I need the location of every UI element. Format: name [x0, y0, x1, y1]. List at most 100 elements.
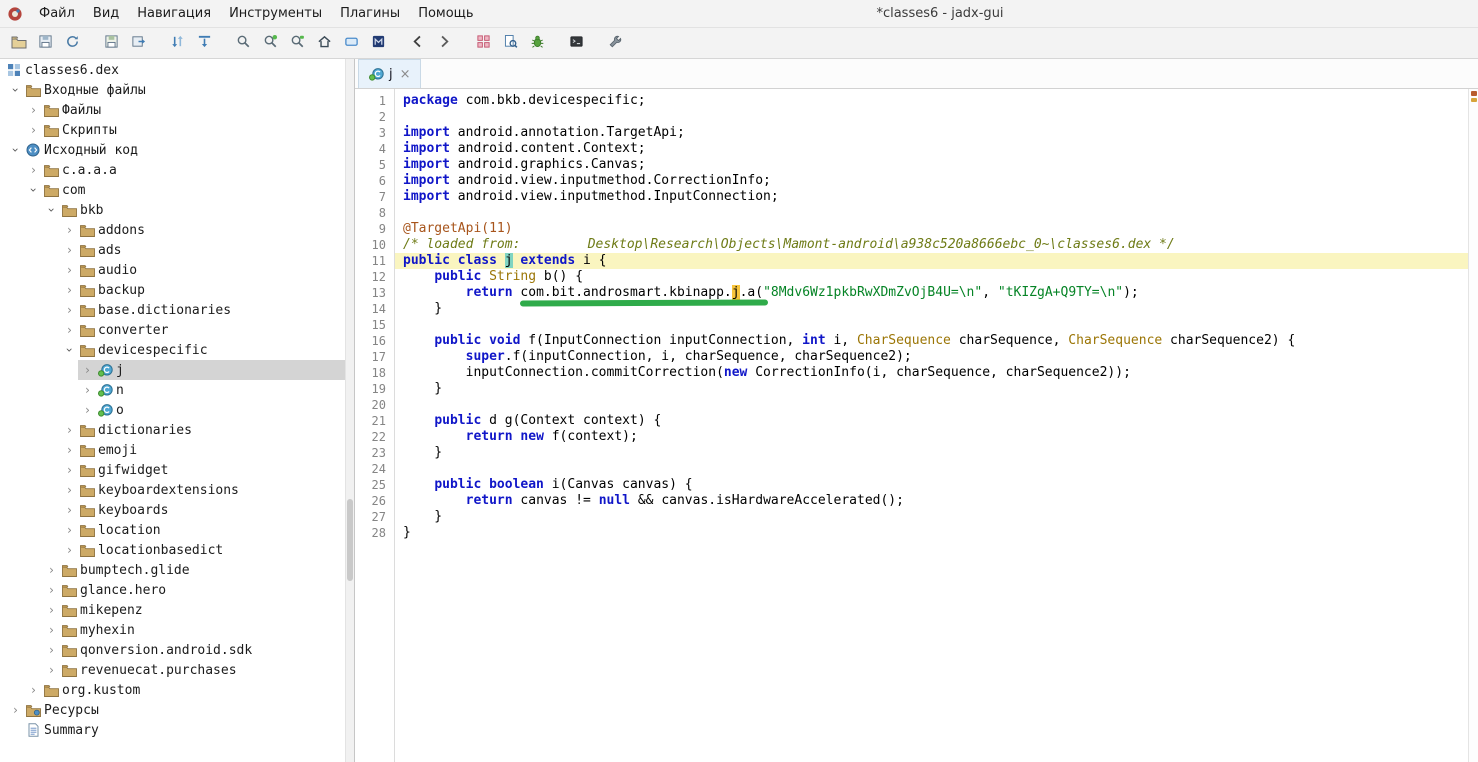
tree-expand-arrow-icon[interactable]: ›: [42, 604, 61, 616]
export-button[interactable]: [125, 31, 152, 56]
tree-expand-arrow-icon[interactable]: ›: [24, 124, 43, 136]
code-line[interactable]: public boolean i(Canvas canvas) {: [395, 477, 1468, 493]
menu-item[interactable]: Вид: [84, 2, 128, 25]
tree-item[interactable]: ›j: [0, 360, 345, 380]
code-line[interactable]: @TargetApi(11): [395, 221, 1468, 237]
tree-expand-arrow-icon[interactable]: ›: [24, 684, 43, 696]
tree-expand-arrow-icon[interactable]: ›: [42, 624, 61, 636]
tab-close-icon[interactable]: ×: [400, 67, 411, 82]
tab-class-j[interactable]: j ×: [358, 59, 421, 88]
tree-expand-arrow-icon[interactable]: ›: [42, 664, 61, 676]
save-project-button[interactable]: [98, 31, 125, 56]
tree-expand-arrow-icon[interactable]: ›: [78, 384, 97, 396]
tree-expand-arrow-icon[interactable]: ›: [6, 704, 25, 716]
tree-expand-arrow-icon[interactable]: ›: [42, 584, 61, 596]
code-line[interactable]: [395, 205, 1468, 221]
class-search-button[interactable]: [257, 31, 284, 56]
comment-search-button[interactable]: [284, 31, 311, 56]
tree-item[interactable]: ›ads: [0, 240, 345, 260]
tree-item[interactable]: ›Входные файлы: [0, 80, 345, 100]
back-button[interactable]: [404, 31, 431, 56]
sync-with-editor-button[interactable]: [164, 31, 191, 56]
code-line[interactable]: public String b() {: [395, 269, 1468, 285]
flat-packages-button[interactable]: [338, 31, 365, 56]
tree-item[interactable]: ›devicespecific: [0, 340, 345, 360]
tree-item[interactable]: ›bkb: [0, 200, 345, 220]
code-line[interactable]: public void f(InputConnection inputConne…: [395, 333, 1468, 349]
code-line[interactable]: [395, 461, 1468, 477]
tree-item[interactable]: ›keyboardextensions: [0, 480, 345, 500]
jump-to-declaration-button[interactable]: [191, 31, 218, 56]
code-line[interactable]: super.f(inputConnection, i, charSequence…: [395, 349, 1468, 365]
code-line[interactable]: inputConnection.commitCorrection(new Cor…: [395, 365, 1468, 381]
tree-item[interactable]: ›o: [0, 400, 345, 420]
menu-item[interactable]: Плагины: [331, 2, 409, 25]
save-all-button[interactable]: [32, 31, 59, 56]
code-line[interactable]: public class j extends i {: [395, 253, 1468, 269]
stripe-mark[interactable]: [1471, 98, 1477, 102]
stripe-mark[interactable]: [1471, 91, 1477, 96]
tree-collapse-arrow-icon[interactable]: ›: [10, 81, 22, 100]
tree-item[interactable]: ›Файлы: [0, 100, 345, 120]
tree-expand-arrow-icon[interactable]: ›: [24, 104, 43, 116]
tree-expand-arrow-icon[interactable]: ›: [42, 564, 61, 576]
tree-item[interactable]: classes6.dex: [0, 60, 345, 80]
tree-item[interactable]: ›bumptech.glide: [0, 560, 345, 580]
tree-expand-arrow-icon[interactable]: ›: [60, 504, 79, 516]
forward-button[interactable]: [431, 31, 458, 56]
code-line[interactable]: import android.content.Context;: [395, 141, 1468, 157]
tree-item[interactable]: ›org.kustom: [0, 680, 345, 700]
preferences-button[interactable]: [602, 31, 629, 56]
tree-collapse-arrow-icon[interactable]: ›: [64, 341, 76, 360]
code-line[interactable]: }: [395, 525, 1468, 541]
home-button[interactable]: [311, 31, 338, 56]
code-line[interactable]: [395, 397, 1468, 413]
code-line[interactable]: }: [395, 445, 1468, 461]
tree-item[interactable]: ›qonversion.android.sdk: [0, 640, 345, 660]
mson-viewer-button[interactable]: [365, 31, 392, 56]
deobfuscation-button[interactable]: [470, 31, 497, 56]
tree-expand-arrow-icon[interactable]: ›: [60, 264, 79, 276]
tree-item[interactable]: ›n: [0, 380, 345, 400]
menu-item[interactable]: Навигация: [128, 2, 220, 25]
reload-button[interactable]: [59, 31, 86, 56]
menu-item[interactable]: Инструменты: [220, 2, 331, 25]
tree-expand-arrow-icon[interactable]: ›: [60, 464, 79, 476]
tree-item[interactable]: ›mikepenz: [0, 600, 345, 620]
tree-item[interactable]: ›glance.hero: [0, 580, 345, 600]
tree-item[interactable]: ›locationbasedict: [0, 540, 345, 560]
open-file-button[interactable]: [5, 31, 32, 56]
code-line[interactable]: return new f(context);: [395, 429, 1468, 445]
code-line[interactable]: return com.bit.androsmart.kbinapp.j.a("8…: [395, 285, 1468, 301]
tree-collapse-arrow-icon[interactable]: ›: [28, 181, 40, 200]
tree-expand-arrow-icon[interactable]: ›: [78, 364, 97, 376]
tree-item[interactable]: ›revenuecat.purchases: [0, 660, 345, 680]
tree-item[interactable]: ›keyboards: [0, 500, 345, 520]
tree-item[interactable]: ›com: [0, 180, 345, 200]
code-line[interactable]: import android.view.inputmethod.InputCon…: [395, 189, 1468, 205]
quark-analysis-button[interactable]: [497, 31, 524, 56]
tree-item[interactable]: ›base.dictionaries: [0, 300, 345, 320]
tree-item[interactable]: ›converter: [0, 320, 345, 340]
code-line[interactable]: import android.annotation.TargetApi;: [395, 125, 1468, 141]
code-line[interactable]: /* loaded from: Desktop\Research\Objects…: [395, 237, 1468, 253]
code-line[interactable]: [395, 109, 1468, 125]
code-line[interactable]: import android.view.inputmethod.Correcti…: [395, 173, 1468, 189]
tree-expand-arrow-icon[interactable]: ›: [60, 304, 79, 316]
tree-scrollbar-thumb[interactable]: [347, 499, 353, 581]
tree-item[interactable]: ›audio: [0, 260, 345, 280]
debugger-button[interactable]: [524, 31, 551, 56]
code-line[interactable]: }: [395, 509, 1468, 525]
tree-expand-arrow-icon[interactable]: ›: [60, 444, 79, 456]
tree-expand-arrow-icon[interactable]: ›: [78, 404, 97, 416]
tree-item[interactable]: ›Ресурсы: [0, 700, 345, 720]
tree-item[interactable]: ›myhexin: [0, 620, 345, 640]
tree-item[interactable]: ›Исходный код: [0, 140, 345, 160]
tree-collapse-arrow-icon[interactable]: ›: [10, 141, 22, 160]
tree-item[interactable]: ›addons: [0, 220, 345, 240]
log-viewer-button[interactable]: [563, 31, 590, 56]
code-line[interactable]: import android.graphics.Canvas;: [395, 157, 1468, 173]
error-stripe[interactable]: [1468, 89, 1478, 762]
tree-expand-arrow-icon[interactable]: ›: [24, 164, 43, 176]
tree-expand-arrow-icon[interactable]: ›: [60, 424, 79, 436]
